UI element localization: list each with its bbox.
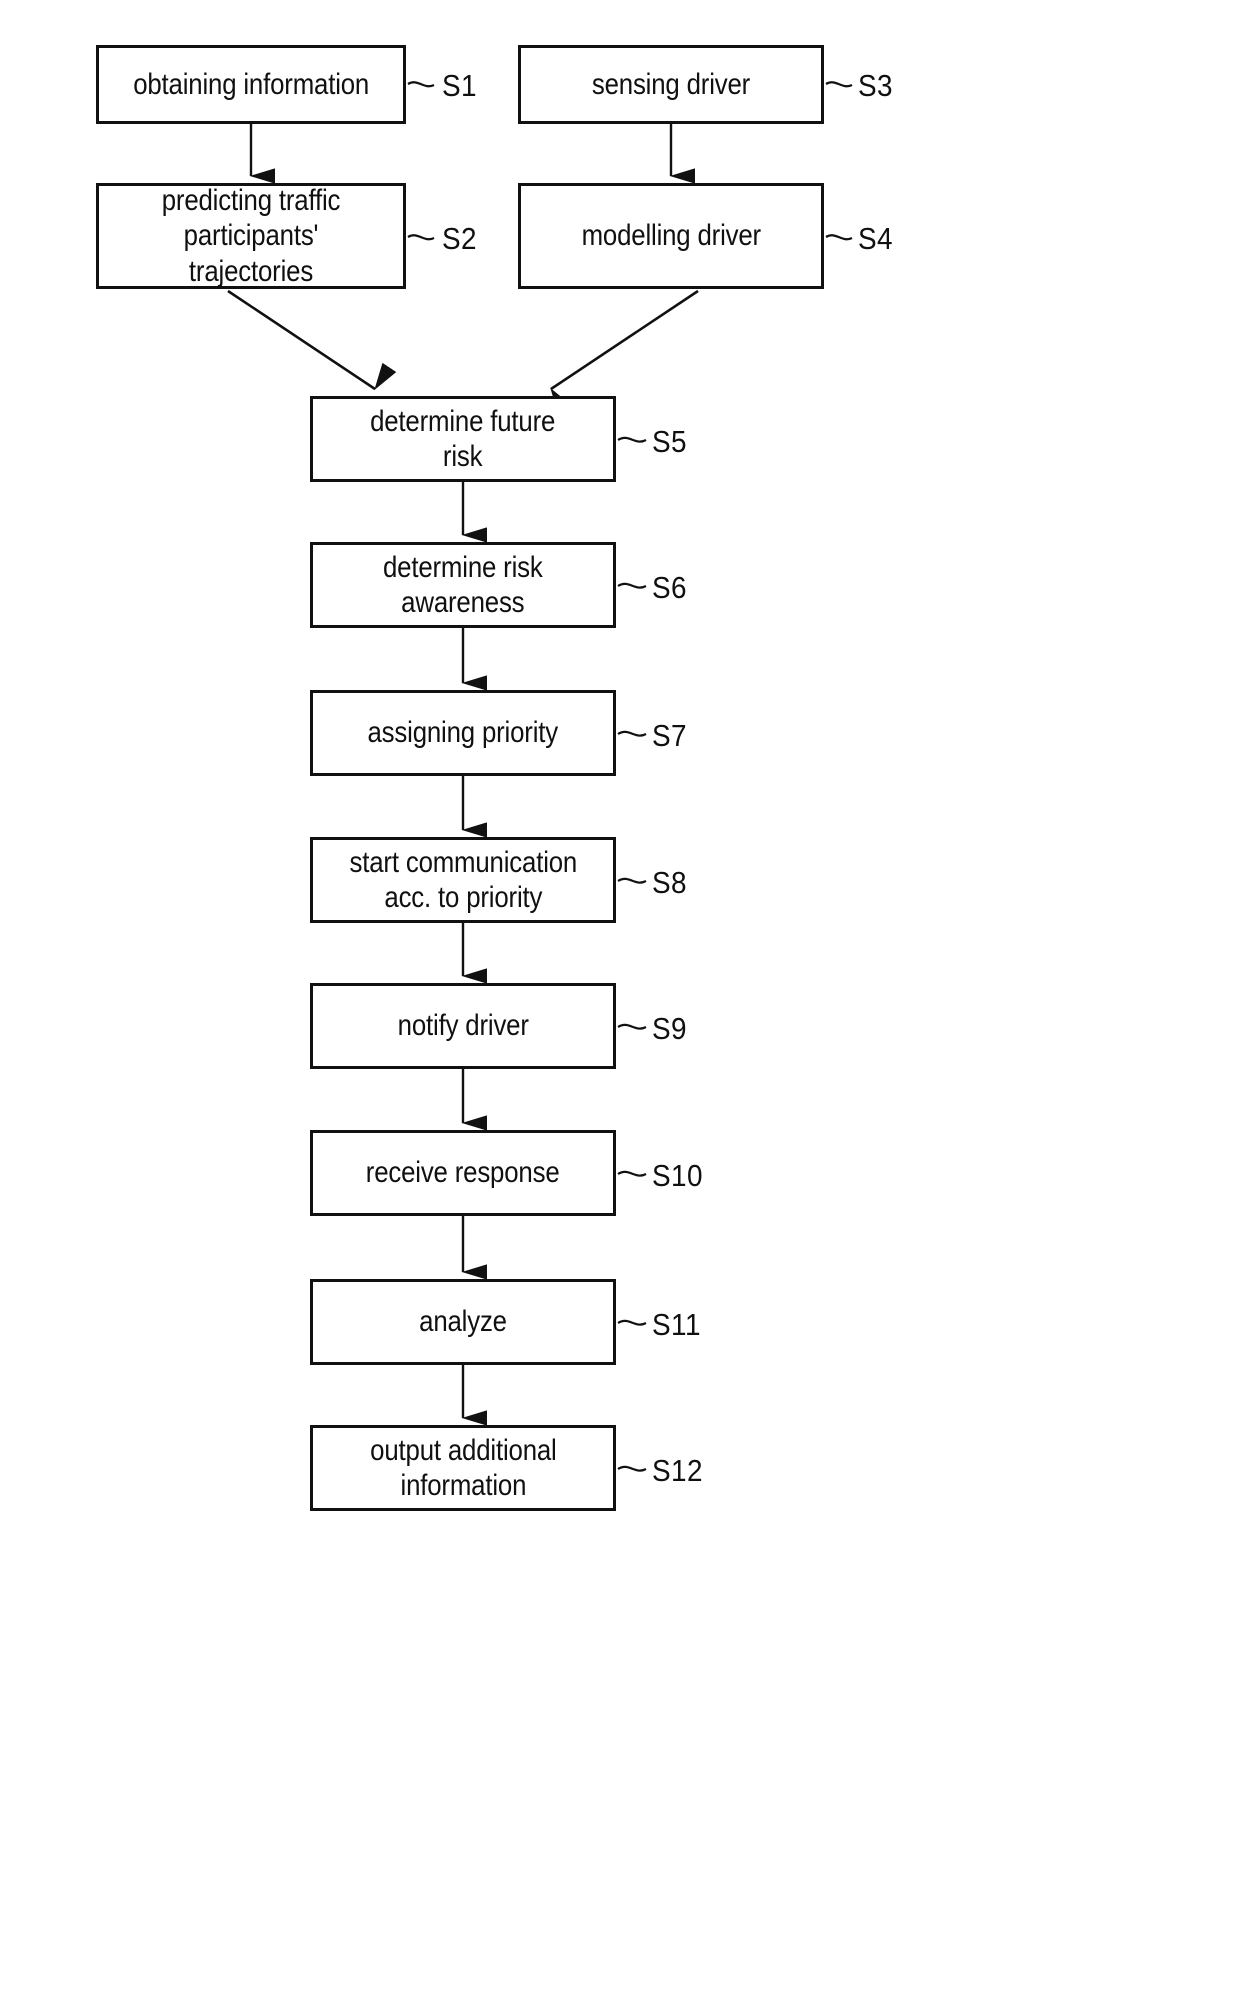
node-s11[interactable]: analyze (310, 1279, 616, 1365)
step-label-s3: S3 (858, 68, 894, 103)
leader-s3 (825, 81, 853, 88)
step-label-s7: S7 (652, 718, 688, 753)
step-label-s6: S6 (652, 570, 688, 605)
leader-s4 (825, 234, 853, 241)
flowchart-page: obtaining information predicting traffic… (0, 0, 1240, 2015)
node-s10[interactable]: receive response (310, 1130, 616, 1216)
step-label-s10: S10 (652, 1158, 704, 1193)
leader-s6 (617, 582, 647, 589)
node-s12[interactable]: output additional information (310, 1425, 616, 1511)
step-label-s8: S8 (652, 865, 688, 900)
step-label-s2: S2 (442, 221, 478, 256)
node-s11-label: analyze (419, 1305, 507, 1339)
edge-s4-to-s5 (550, 289, 699, 416)
node-s1[interactable]: obtaining information (96, 45, 406, 124)
edge-s2-to-s5 (227, 289, 397, 391)
step-label-s5: S5 (652, 424, 688, 459)
node-s8[interactable]: start communication acc. to priority (310, 837, 616, 923)
node-s3-label: sensing driver (591, 67, 751, 101)
flowchart-connectors (227, 81, 853, 1472)
node-s6-label: determine risk awareness (383, 550, 543, 619)
step-label-s11: S11 (652, 1307, 701, 1342)
node-s1-label: obtaining information (133, 67, 369, 101)
node-s7-label: assigning priority (367, 716, 559, 750)
node-s9-label: notify driver (397, 1009, 529, 1043)
step-label-s1: S1 (442, 68, 478, 103)
leader-s8 (617, 877, 647, 884)
node-s10-label: receive response (366, 1156, 560, 1190)
leader-s11 (617, 1319, 647, 1326)
node-s7[interactable]: assigning priority (310, 690, 616, 776)
node-s5[interactable]: determine future risk (310, 396, 616, 482)
node-s4-label: modelling driver (581, 219, 761, 253)
node-s5-label: determine future risk (370, 404, 556, 473)
node-s3[interactable]: sensing driver (518, 45, 824, 124)
node-s12-label: output additional information (369, 1433, 557, 1502)
node-s9[interactable]: notify driver (310, 983, 616, 1069)
node-s8-label: start communication acc. to priority (349, 845, 577, 914)
step-label-s12: S12 (652, 1453, 704, 1488)
leader-s1 (407, 81, 435, 88)
leader-s7 (617, 730, 647, 737)
leader-s9 (617, 1023, 647, 1030)
node-s2[interactable]: predicting traffic participants' traject… (96, 183, 406, 289)
node-s4[interactable]: modelling driver (518, 183, 824, 289)
node-s2-label: predicting traffic participants' traject… (161, 183, 341, 288)
leader-s10 (617, 1170, 647, 1177)
leader-s2 (407, 234, 435, 241)
step-label-s9: S9 (652, 1011, 688, 1046)
leader-s5 (617, 436, 647, 443)
step-label-s4: S4 (858, 221, 894, 256)
node-s6[interactable]: determine risk awareness (310, 542, 616, 628)
leader-s12 (617, 1465, 647, 1472)
